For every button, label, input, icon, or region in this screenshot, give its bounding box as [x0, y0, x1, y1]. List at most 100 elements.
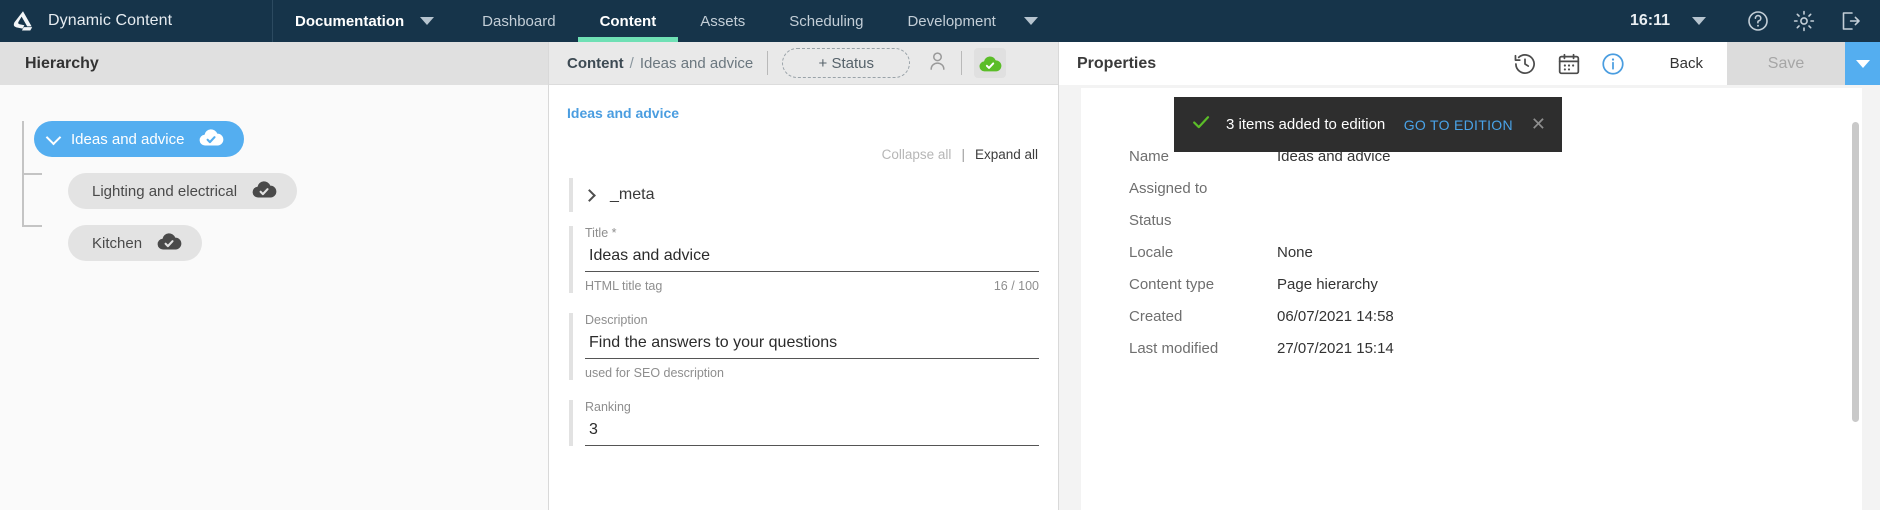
breadcrumb-separator: /: [629, 54, 634, 72]
user-icon[interactable]: [926, 49, 949, 77]
tree-item-label: Ideas and advice: [71, 130, 185, 148]
meta-group: _meta: [549, 178, 1044, 212]
nav-item-content[interactable]: Content: [577, 0, 679, 42]
form-title-link[interactable]: Ideas and advice: [549, 85, 1044, 121]
cloud-published-icon[interactable]: [974, 48, 1007, 78]
property-key: Locale: [1129, 243, 1174, 261]
check-icon: [1190, 111, 1212, 138]
logout-icon[interactable]: [1838, 9, 1862, 33]
calendar-icon[interactable]: [1556, 51, 1582, 77]
development-chevron-down-icon[interactable]: [1023, 17, 1038, 25]
property-value: None: [1277, 243, 1313, 261]
field-title-label: Title *: [585, 226, 617, 240]
property-key: Assigned to: [1129, 179, 1208, 197]
field-description-helper: used for SEO description: [585, 366, 724, 380]
ranking-input[interactable]: [585, 421, 1039, 446]
tree-node-child: Lighting and electrical: [68, 173, 548, 209]
property-value: 27/07/2021 15:14: [1277, 339, 1394, 357]
tree-item-lighting-and-electrical[interactable]: Lighting and electrical: [68, 173, 298, 209]
property-key: Last modified: [1129, 339, 1219, 357]
chevron-down-icon: [1855, 59, 1870, 68]
title-input[interactable]: [585, 247, 1039, 272]
cloud-published-icon: [251, 179, 277, 203]
toast-message: 3 items added to edition: [1226, 116, 1386, 133]
field-title: Title * HTML title tag 16 / 100: [549, 226, 1044, 293]
field-description-footer: used for SEO description: [585, 366, 1039, 380]
description-input[interactable]: [585, 334, 1039, 359]
cloud-published-icon: [198, 127, 224, 151]
collapse-all-link[interactable]: Collapse all: [882, 147, 952, 162]
tree-node-child: Kitchen: [68, 225, 548, 261]
field-description: Description used for SEO description: [549, 313, 1044, 380]
save-dropdown-button[interactable]: [1845, 42, 1880, 85]
main-body: Hierarchy Ideas and advice Lighting and …: [0, 42, 1880, 510]
property-row: Content type Page hierarchy: [1129, 268, 1862, 300]
property-value: Page hierarchy: [1277, 275, 1378, 293]
property-value: 06/07/2021 14:58: [1277, 307, 1394, 325]
hierarchy-header-label: Hierarchy: [25, 54, 99, 72]
chevron-down-icon[interactable]: [45, 129, 62, 145]
documentation-chevron-down-icon[interactable]: [420, 17, 435, 25]
field-title-counter: 16 / 100: [993, 279, 1039, 293]
meta-group-toggle[interactable]: _meta: [583, 178, 1044, 212]
collapse-expand-controls: Collapse all | Expand all: [549, 121, 1044, 162]
back-button[interactable]: Back: [1670, 55, 1703, 72]
brand-name: Dynamic Content: [48, 12, 173, 29]
group-accent-bar: [569, 178, 573, 212]
nav-item-development[interactable]: Development: [885, 0, 1017, 42]
add-status-button[interactable]: + Status: [782, 48, 911, 78]
nav-item-content-label: Content: [599, 12, 657, 30]
nav-item-assets[interactable]: Assets: [678, 0, 767, 42]
field-title-footer: HTML title tag 16 / 100: [585, 279, 1039, 293]
brand-area[interactable]: Dynamic Content: [0, 0, 272, 42]
hierarchy-panel: Hierarchy Ideas and advice Lighting and …: [0, 42, 549, 510]
clock-label: 16:11: [1629, 12, 1670, 29]
cloud-published-icon: [156, 231, 182, 255]
property-row: Assigned to: [1129, 172, 1862, 204]
clock-chevron-down-icon[interactable]: [1692, 17, 1706, 25]
tree-connector-horizontal: [22, 225, 42, 227]
editor-action-toolbar: Back Save: [1494, 42, 1880, 85]
property-row: Locale None: [1129, 236, 1862, 268]
tree-item-label: Kitchen: [92, 234, 143, 252]
nav-item-dashboard[interactable]: Dashboard: [460, 0, 577, 42]
nav-item-dashboard-label: Dashboard: [482, 12, 556, 30]
field-ranking-label: Ranking: [585, 400, 631, 414]
group-accent-bar: [569, 226, 573, 293]
property-key: Content type: [1129, 275, 1215, 293]
tree-item-label: Lighting and electrical: [92, 182, 238, 200]
field-description-label: Description: [585, 313, 648, 327]
close-icon[interactable]: ✕: [1531, 114, 1546, 135]
save-button[interactable]: Save: [1727, 42, 1845, 85]
toolbar-divider: [961, 51, 963, 75]
properties-scrollbar[interactable]: [1852, 122, 1859, 422]
field-title-helper: HTML title tag: [585, 279, 663, 293]
hierarchy-tree: Ideas and advice Lighting and electrical: [0, 85, 548, 261]
tree-item-kitchen[interactable]: Kitchen: [68, 225, 203, 261]
property-key: Created: [1129, 307, 1183, 325]
meta-group-label: _meta: [610, 186, 655, 203]
expand-all-link[interactable]: Expand all: [975, 147, 1038, 162]
help-icon[interactable]: [1746, 9, 1770, 33]
field-ranking: Ranking: [549, 400, 1044, 446]
tree-connector-horizontal: [22, 173, 42, 175]
info-icon[interactable]: [1600, 51, 1626, 77]
breadcrumb-root[interactable]: Content: [567, 55, 624, 72]
toast-notification: 3 items added to edition GO TO EDITION ✕: [1174, 97, 1562, 152]
toolbar-divider: [767, 51, 769, 75]
group-accent-bar: [569, 400, 573, 446]
nav-item-assets-label: Assets: [700, 12, 746, 30]
property-key: Status: [1129, 211, 1172, 229]
history-icon[interactable]: [1512, 51, 1538, 77]
breadcrumb-current: Ideas and advice: [639, 54, 754, 72]
go-to-edition-link[interactable]: GO TO EDITION: [1404, 117, 1513, 133]
top-navigation-bar: Dynamic Content Documentation Dashboard …: [0, 0, 1880, 42]
tree-item-ideas-and-advice[interactable]: Ideas and advice: [34, 121, 245, 157]
nav-item-documentation[interactable]: Documentation: [273, 0, 414, 42]
nav-item-scheduling[interactable]: Scheduling: [767, 0, 885, 42]
chevron-right-icon[interactable]: [583, 188, 596, 202]
property-row: Created 06/07/2021 14:58: [1129, 300, 1862, 332]
nav-item-documentation-label: Documentation: [295, 12, 405, 30]
editor-breadcrumb-bar: Content / Ideas and advice + Status: [549, 42, 1058, 85]
gear-icon[interactable]: [1792, 9, 1816, 33]
